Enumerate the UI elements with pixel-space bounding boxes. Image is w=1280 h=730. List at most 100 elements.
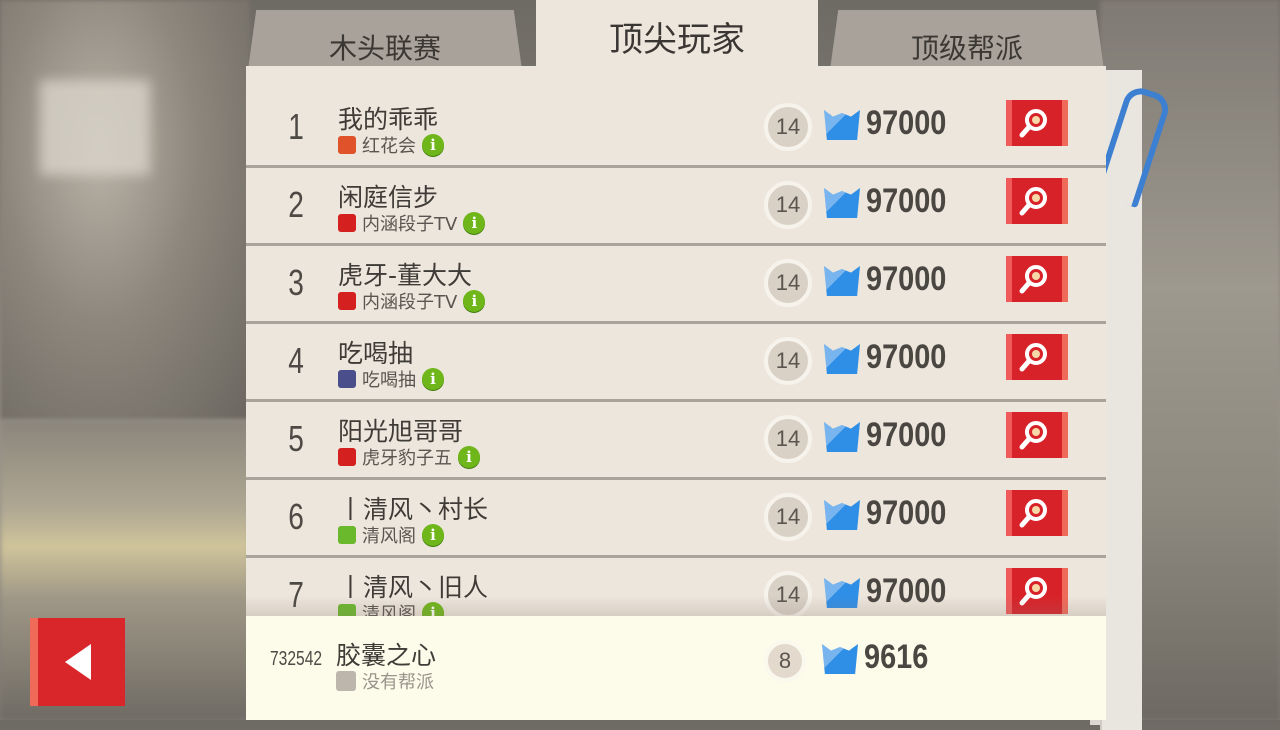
tab-top-clans[interactable]: 顶级帮派 bbox=[830, 10, 1104, 70]
clan-name: 清风阁 bbox=[362, 526, 416, 547]
info-icon[interactable]: i bbox=[422, 602, 444, 616]
magnifier-icon bbox=[1019, 343, 1047, 372]
background-wall bbox=[0, 0, 250, 420]
clan-info: 内涵段子TV i bbox=[338, 288, 486, 314]
magnifier-icon bbox=[1019, 187, 1047, 216]
trophy-icon bbox=[824, 422, 860, 452]
self-row: 732542 胶囊之心 没有帮派 8 9616 bbox=[246, 616, 1106, 720]
info-icon[interactable]: i bbox=[458, 446, 480, 468]
view-profile-button[interactable] bbox=[1006, 490, 1068, 536]
table-row: 1 我的乖乖 红花会 i 14 97000 bbox=[246, 90, 1106, 168]
table-row: 6 丨清风丶村长 清风阁 i 14 97000 bbox=[246, 480, 1106, 558]
clan-name: 内涵段子TV bbox=[362, 214, 458, 235]
tab-top-players[interactable]: 顶尖玩家 bbox=[536, 0, 818, 70]
leaderboard-panel: 1 我的乖乖 红花会 i 14 97000 2 闲庭信步 内涵段子TV i 14… bbox=[246, 66, 1106, 720]
self-clan: 没有帮派 bbox=[336, 668, 434, 694]
player-name: 闲庭信步 bbox=[338, 183, 439, 212]
clan-info: 清风阁 i bbox=[338, 522, 444, 548]
trophy-icon bbox=[824, 578, 860, 608]
magnifier-icon bbox=[1019, 499, 1047, 528]
score: 97000 bbox=[866, 572, 947, 610]
trophy-icon bbox=[824, 344, 860, 374]
trophy-icon bbox=[824, 500, 860, 530]
level-badge: 14 bbox=[764, 571, 812, 616]
score: 97000 bbox=[866, 104, 947, 142]
clan-emblem-icon bbox=[338, 214, 356, 232]
score: 97000 bbox=[866, 494, 947, 532]
trophy-icon bbox=[822, 644, 858, 674]
back-arrow-icon bbox=[64, 644, 91, 680]
rank-number: 7 bbox=[288, 574, 304, 615]
self-rank: 732542 bbox=[270, 648, 323, 670]
table-row: 2 闲庭信步 内涵段子TV i 14 97000 bbox=[246, 168, 1106, 246]
rank-number: 6 bbox=[288, 496, 304, 537]
rank-number: 4 bbox=[288, 340, 304, 381]
clan-emblem-icon bbox=[338, 136, 356, 154]
clan-info: 红花会 i bbox=[338, 132, 444, 158]
back-button[interactable] bbox=[30, 618, 125, 706]
level-badge: 14 bbox=[764, 337, 812, 385]
table-row: 3 虎牙-董大大 内涵段子TV i 14 97000 bbox=[246, 246, 1106, 324]
magnifier-icon bbox=[1019, 421, 1047, 450]
info-icon[interactable]: i bbox=[463, 212, 486, 234]
info-icon[interactable]: i bbox=[463, 290, 486, 312]
tab-label: 木头联赛 bbox=[328, 32, 441, 65]
view-profile-button[interactable] bbox=[1006, 334, 1068, 380]
player-name: 丨清风丶旧人 bbox=[338, 573, 489, 602]
rank-number: 5 bbox=[288, 418, 304, 459]
score: 97000 bbox=[866, 182, 947, 220]
view-profile-button[interactable] bbox=[1006, 568, 1068, 614]
clan-name: 清风阁 bbox=[362, 604, 416, 616]
clan-info: 清风阁 i bbox=[338, 600, 444, 616]
info-icon[interactable]: i bbox=[422, 134, 444, 156]
rank-number: 3 bbox=[288, 262, 304, 303]
magnifier-icon bbox=[1019, 577, 1047, 606]
player-name: 丨清风丶村长 bbox=[338, 495, 489, 524]
player-name: 阳光旭哥哥 bbox=[338, 417, 464, 446]
level-badge: 14 bbox=[764, 415, 812, 463]
trophy-icon bbox=[824, 266, 860, 296]
table-row: 4 吃喝抽 吃喝抽 i 14 97000 bbox=[246, 324, 1106, 402]
table-row: 5 阳光旭哥哥 虎牙豹子五 i 14 97000 bbox=[246, 402, 1106, 480]
tab-wood-league[interactable]: 木头联赛 bbox=[248, 10, 522, 70]
view-profile-button[interactable] bbox=[1006, 412, 1068, 458]
info-icon[interactable]: i bbox=[422, 368, 444, 390]
clan-info: 吃喝抽 i bbox=[338, 366, 444, 392]
background-window bbox=[40, 80, 150, 175]
level-badge: 14 bbox=[764, 103, 812, 151]
clan-emblem-icon bbox=[338, 292, 356, 310]
score: 97000 bbox=[866, 260, 947, 298]
magnifier-icon bbox=[1019, 109, 1047, 138]
view-profile-button[interactable] bbox=[1006, 256, 1068, 302]
player-name: 虎牙-董大大 bbox=[338, 261, 473, 290]
clan-emblem-icon bbox=[338, 370, 356, 388]
score: 97000 bbox=[866, 416, 947, 454]
leaderboard-list[interactable]: 1 我的乖乖 红花会 i 14 97000 2 闲庭信步 内涵段子TV i 14… bbox=[246, 90, 1106, 616]
table-row: 7 丨清风丶旧人 清风阁 i 14 97000 bbox=[246, 558, 1106, 616]
view-profile-button[interactable] bbox=[1006, 178, 1068, 224]
level-badge: 14 bbox=[764, 259, 812, 307]
trophy-icon bbox=[824, 188, 860, 218]
clan-name: 红花会 bbox=[362, 136, 416, 157]
trophy-icon bbox=[824, 110, 860, 140]
tab-label: 顶级帮派 bbox=[910, 32, 1023, 65]
clan-emblem-icon bbox=[338, 448, 356, 466]
clan-name: 吃喝抽 bbox=[362, 370, 416, 391]
player-name: 我的乖乖 bbox=[338, 105, 439, 134]
level-badge: 14 bbox=[764, 493, 812, 541]
clan-info: 内涵段子TV i bbox=[338, 210, 486, 236]
level-badge: 14 bbox=[764, 181, 812, 229]
self-level-badge: 8 bbox=[764, 640, 806, 682]
clan-name: 虎牙豹子五 bbox=[362, 448, 452, 469]
clan-emblem-icon bbox=[338, 526, 356, 544]
view-profile-button[interactable] bbox=[1006, 100, 1068, 146]
player-name: 吃喝抽 bbox=[338, 339, 414, 368]
self-score: 9616 bbox=[864, 638, 929, 676]
tab-label: 顶尖玩家 bbox=[609, 19, 745, 60]
info-icon[interactable]: i bbox=[422, 524, 444, 546]
clan-emblem-icon bbox=[338, 604, 356, 616]
magnifier-icon bbox=[1019, 265, 1047, 294]
clan-info: 虎牙豹子五 i bbox=[338, 444, 480, 470]
self-clan-label: 没有帮派 bbox=[362, 672, 434, 693]
rank-number: 2 bbox=[288, 184, 304, 225]
